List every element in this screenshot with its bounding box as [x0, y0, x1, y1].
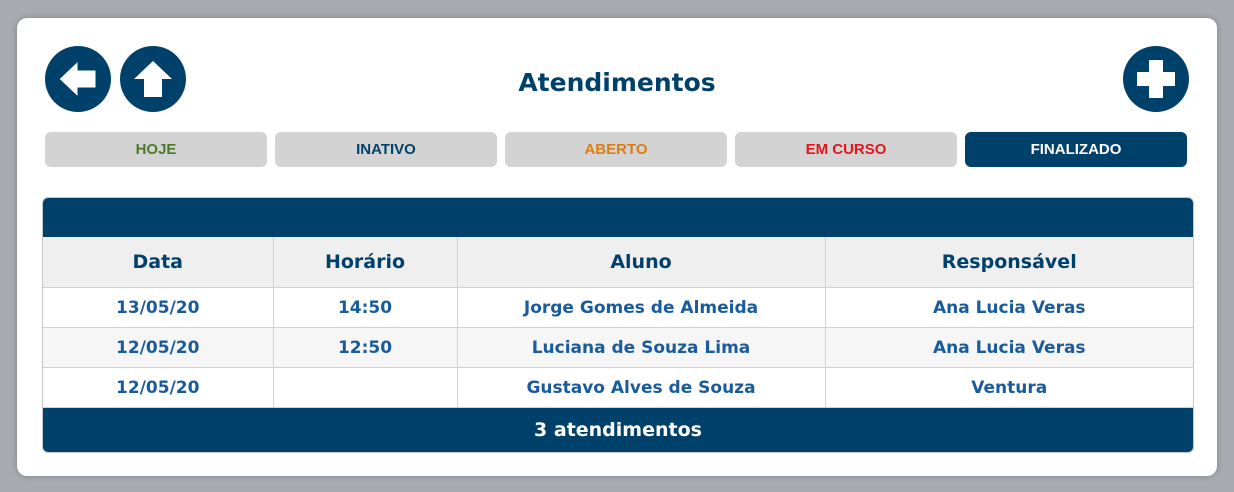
column-header-aluno[interactable]: Aluno — [457, 237, 826, 288]
table-header-bar — [43, 198, 1193, 237]
cell-data: 13/05/20 — [43, 287, 274, 328]
column-header-responsavel[interactable]: Responsável — [825, 237, 1193, 288]
page-title: Atendimentos — [518, 68, 716, 97]
tab-em-curso[interactable]: EM CURSO — [735, 132, 957, 167]
tab-aberto[interactable]: ABERTO — [505, 132, 727, 167]
table-row[interactable]: 12/05/20 12:50 Luciana de Souza Lima Ana… — [43, 327, 1193, 368]
table-footer-count: 3 atendimentos — [43, 408, 1193, 452]
table-row[interactable]: 13/05/20 14:50 Jorge Gomes de Almeida An… — [43, 287, 1193, 328]
plus-icon — [1137, 60, 1175, 98]
home-button[interactable] — [120, 46, 186, 112]
table-header-row: Data Horário Aluno Responsável — [43, 237, 1193, 288]
tab-finalizado[interactable]: FINALIZADO — [965, 132, 1187, 167]
attendance-table: Data Horário Aluno Responsável 13/05/20 … — [42, 197, 1194, 453]
column-header-horario[interactable]: Horário — [273, 237, 458, 288]
arrow-up-icon — [134, 61, 172, 97]
cell-horario — [273, 367, 458, 408]
back-button[interactable] — [45, 46, 111, 112]
status-tabs: HOJE INATIVO ABERTO EM CURSO FINALIZADO — [45, 132, 1187, 167]
cell-responsavel: Ana Lucia Veras — [825, 327, 1193, 368]
cell-responsavel: Ventura — [825, 367, 1193, 408]
cell-horario: 12:50 — [273, 327, 458, 368]
cell-horario: 14:50 — [273, 287, 458, 328]
tab-inativo[interactable]: INATIVO — [275, 132, 497, 167]
cell-aluno: Jorge Gomes de Almeida — [457, 287, 826, 328]
column-header-data[interactable]: Data — [43, 237, 274, 288]
cell-data: 12/05/20 — [43, 367, 274, 408]
cell-data: 12/05/20 — [43, 327, 274, 368]
cell-aluno: Luciana de Souza Lima — [457, 327, 826, 368]
add-button[interactable] — [1123, 46, 1189, 112]
tab-hoje[interactable]: HOJE — [45, 132, 267, 167]
main-card: Atendimentos HOJE INATIVO ABERTO EM CURS… — [17, 18, 1217, 476]
arrow-left-icon — [58, 59, 97, 99]
cell-aluno: Gustavo Alves de Souza — [457, 367, 826, 408]
cell-responsavel: Ana Lucia Veras — [825, 287, 1193, 328]
table-row[interactable]: 12/05/20 Gustavo Alves de Souza Ventura — [43, 367, 1193, 408]
